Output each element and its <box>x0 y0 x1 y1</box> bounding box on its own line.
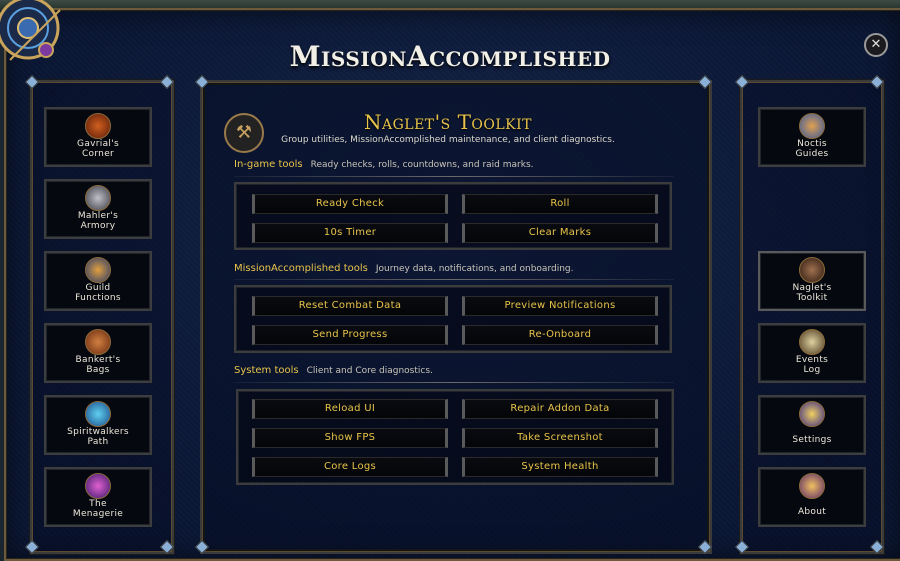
section-description: Journey data, notifications, and onboard… <box>375 264 574 274</box>
sidebar-item-label: Naglet's Toolkit <box>792 283 832 303</box>
sidebar-item-label: Guild Functions <box>75 283 121 303</box>
preview-notifications-button[interactable]: Preview Notifications <box>462 296 658 316</box>
re-onboard-button[interactable]: Re-Onboard <box>462 325 658 345</box>
ready-check-button[interactable]: Ready Check <box>252 194 448 214</box>
sidebar-item-mahlers-armory[interactable]: Mahler's Armory <box>44 179 152 239</box>
close-icon: ✕ <box>870 37 882 52</box>
section-heading-system-tools: System tools Client and Core diagnostics. <box>234 365 433 376</box>
sidebar-item-label: Noctis Guides <box>795 139 829 159</box>
send-progress-button[interactable]: Send Progress <box>252 325 448 345</box>
sidebar-item-noctis-guides[interactable]: Noctis Guides <box>758 107 866 167</box>
sidebar-item-spiritwalkers-path[interactable]: Spiritwalkers Path <box>44 395 152 455</box>
reload-ui-button[interactable]: Reload UI <box>252 399 448 419</box>
armory-icon <box>85 185 111 211</box>
section-heading-missionaccomplished-tools: MissionAccomplished tools Journey data, n… <box>234 263 574 274</box>
events-log-icon <box>799 329 825 355</box>
core-logs-button[interactable]: Core Logs <box>252 457 448 477</box>
section-description: Ready checks, rolls, countdowns, and rai… <box>310 160 534 170</box>
sidebar-item-about[interactable]: About <box>758 467 866 527</box>
bags-icon <box>85 329 111 355</box>
spiritwalker-icon <box>85 401 111 427</box>
gavrial-icon <box>85 113 111 139</box>
reset-combat-data-button[interactable]: Reset Combat Data <box>252 296 448 316</box>
toolkit-subtitle: Group utilities, MissionAccomplished mai… <box>281 135 615 145</box>
corner-gem <box>869 539 885 555</box>
sidebar-item-settings[interactable]: Settings <box>758 395 866 455</box>
settings-icon <box>799 401 825 427</box>
corner-gem <box>159 539 175 555</box>
sidebar-item-label: Gavrial's Corner <box>77 139 119 159</box>
in-game-tools-group: Ready Check Roll 10s Timer Clear Marks <box>234 182 672 250</box>
system-health-button[interactable]: System Health <box>462 457 658 477</box>
clear-marks-button[interactable]: Clear Marks <box>462 223 658 243</box>
section-description: Client and Core diagnostics. <box>306 366 433 376</box>
sidebar-item-label: Settings <box>792 435 832 445</box>
sidebar-item-label: Spiritwalkers Path <box>67 427 129 447</box>
right-sidebar: Noctis Guides Naglet's Toolkit Events Log S… <box>734 74 885 555</box>
sidebar-item-guild-functions[interactable]: Guild Functions <box>44 251 152 311</box>
section-divider <box>234 176 674 177</box>
guild-icon <box>85 257 111 283</box>
sidebar-item-the-menagerie[interactable]: The Menagerie <box>44 467 152 527</box>
sidebar-item-gavrials-corner[interactable]: Gavrial's Corner <box>44 107 152 167</box>
sidebar-item-bankerts-bags[interactable]: Bankert's Bags <box>44 323 152 383</box>
window-title: MissionAccomplished <box>289 40 611 73</box>
sidebar-item-label: Events Log <box>795 355 829 375</box>
close-button[interactable]: ✕ <box>864 33 888 57</box>
sidebar-item-label: About <box>797 507 827 517</box>
section-heading-in-game-tools: In-game tools Ready checks, rolls, countd… <box>234 159 534 170</box>
sidebar-item-naglets-toolkit[interactable]: Naglet's Toolkit <box>758 251 866 311</box>
left-sidebar: Gavrial's Corner Mahler's Armory Guild Func… <box>24 74 175 555</box>
toolkit-title: Naglet's Toolkit <box>363 110 532 134</box>
roll-button[interactable]: Roll <box>462 194 658 214</box>
sidebar-item-label: The Menagerie <box>72 499 124 519</box>
missionaccomplished-tools-group: Reset Combat Data Preview Notifications … <box>234 285 672 353</box>
show-fps-button[interactable]: Show FPS <box>252 428 448 448</box>
take-screenshot-button[interactable]: Take Screenshot <box>462 428 658 448</box>
section-divider <box>234 382 674 383</box>
section-divider <box>234 279 674 280</box>
noctis-icon <box>799 113 825 139</box>
corner-gem <box>697 539 713 555</box>
repair-addon-data-button[interactable]: Repair Addon Data <box>462 399 658 419</box>
sidebar-item-label: Mahler's Armory <box>77 211 119 231</box>
menagerie-icon <box>85 473 111 499</box>
sidebar-item-events-log[interactable]: Events Log <box>758 323 866 383</box>
system-tools-group: Reload UI Repair Addon Data Show FPS Tak… <box>236 389 674 485</box>
sidebar-item-label: Bankert's Bags <box>75 355 121 375</box>
ten-second-timer-button[interactable]: 10s Timer <box>252 223 448 243</box>
about-icon <box>799 473 825 499</box>
toolkit-icon <box>799 257 825 283</box>
